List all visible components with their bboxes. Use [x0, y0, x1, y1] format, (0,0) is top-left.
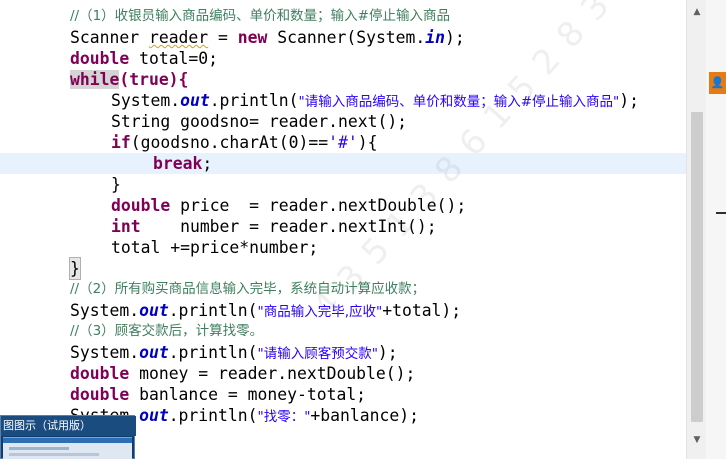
code-line-break-current[interactable]: break;	[0, 153, 686, 174]
punct-token: );	[445, 28, 465, 47]
code-content: }	[111, 175, 121, 194]
code-content: System.out.println("商品输入完毕,应收"+total);	[70, 300, 461, 323]
code-token: goodsno= reader.next();	[170, 112, 408, 131]
code-line-comment-1[interactable]: //（1）收银员输入商品编码、单价和数量；输入#停止输入商品	[0, 6, 686, 27]
char-token: '#'	[328, 133, 358, 152]
panel-marker	[716, 212, 726, 214]
user-icon[interactable]: 👤	[709, 72, 726, 94]
code-line-money-decl[interactable]: double money = reader.nextDouble();	[0, 363, 686, 384]
code-editor[interactable]: //（1）收银员输入商品编码、单价和数量；输入#停止输入商品 Scanner r…	[0, 0, 686, 459]
code-line-while-close[interactable]: }	[0, 257, 686, 280]
code-line-println-total[interactable]: System.out.println("商品输入完毕,应收"+total);	[0, 300, 686, 321]
popup-title: 图图示（试用版）	[1, 416, 136, 436]
code-token: .println(	[209, 91, 299, 110]
keyword-token: double	[70, 49, 130, 68]
code-token: .println(	[168, 406, 258, 425]
keyword-token: int	[111, 217, 141, 236]
field-token: out	[139, 301, 169, 320]
code-content: String goodsno= reader.next();	[111, 111, 407, 132]
scroll-up-arrow-icon[interactable]: ▲	[687, 2, 707, 22]
field-token: out	[139, 406, 169, 425]
keyword-token: break	[153, 154, 203, 173]
code-line-comment-2[interactable]: //（2）所有购买商品信息输入完毕，系统自动计算应收款；	[0, 279, 686, 300]
keyword-token: if	[111, 133, 131, 152]
code-token: total=0;	[129, 49, 219, 68]
punct-token: );	[377, 343, 398, 362]
taskbar-preview-popup[interactable]: 图图示（试用版）	[0, 415, 136, 459]
code-line-goodsno-decl[interactable]: String goodsno= reader.next();	[0, 111, 686, 132]
field-token: out	[139, 343, 169, 362]
keyword-token: new	[237, 28, 268, 47]
code-token: System.	[70, 343, 140, 362]
code-content: System.out.println("请输入商品编码、单价和数量；输入#停止输…	[111, 90, 639, 113]
punct-token: ){	[357, 133, 378, 152]
code-token: +banlance);	[310, 406, 419, 425]
code-line-if-close[interactable]: }	[0, 174, 686, 195]
code-line-price-decl[interactable]: double price = reader.nextDouble();	[0, 195, 686, 216]
code-content: Scanner reader = new Scanner(System.in);	[70, 27, 465, 48]
code-content: double money = reader.nextDouble();	[70, 363, 415, 384]
variable-token: reader	[148, 28, 209, 47]
code-content: double total=0;	[70, 48, 218, 69]
code-token: (true){	[119, 70, 189, 89]
keyword-token: double	[111, 196, 171, 215]
operator-token: =	[208, 28, 238, 47]
keyword-token: double	[70, 385, 130, 404]
code-line-println-pay[interactable]: System.out.println("请输入顾客预交款");	[0, 342, 686, 363]
code-token: .println(	[168, 343, 258, 362]
comment-text: //（1）收银员输入商品编码、单价和数量；输入#停止输入商品	[70, 8, 450, 24]
comment-text: //（2）所有购买商品信息输入完毕，系统自动计算应收款；	[70, 281, 426, 297]
code-content: if(goodsno.charAt(0)=='#'){	[111, 132, 377, 153]
string-token: "找零："	[257, 409, 311, 425]
code-token: (goodsno.charAt(0)==	[130, 133, 329, 152]
string-token: "商品输入完毕,应收"	[257, 304, 383, 320]
code-content: total +=price*number;	[111, 238, 319, 257]
string-token: "请输入顾客预交款"	[257, 346, 378, 362]
code-content: double banlance = money-total;	[70, 384, 366, 405]
field-token: out	[180, 91, 210, 110]
code-line-total-decl[interactable]: double total=0;	[0, 48, 686, 69]
thumbnail-content	[9, 447, 69, 450]
field-token: in	[425, 28, 446, 47]
thumbnail-content	[9, 453, 99, 456]
code-token: number = reader.nextInt();	[140, 217, 437, 236]
comment-text: //（3）顾客交款后，计算找零。	[70, 323, 264, 339]
code-line-while[interactable]: while(true){	[0, 69, 686, 90]
code-content: double price = reader.nextDouble();	[111, 195, 466, 216]
constructor-token: Scanner(System.	[267, 28, 426, 47]
code-line-number-decl[interactable]: int number = reader.nextInt();	[0, 216, 686, 237]
code-token: price = reader.nextDouble();	[170, 196, 467, 215]
code-line-scanner-decl[interactable]: Scanner reader = new Scanner(System.in);	[0, 27, 686, 48]
code-line-println-prompt[interactable]: System.out.println("请输入商品编码、单价和数量；输入#停止输…	[0, 90, 686, 111]
string-token: "请输入商品编码、单价和数量；输入#停止输入商品"	[298, 94, 620, 110]
code-content: while(true){	[70, 69, 188, 90]
code-line-comment-3[interactable]: //（3）顾客交款后，计算找零。	[0, 321, 686, 342]
matching-brace: }	[69, 257, 81, 280]
punct-token: );	[619, 91, 639, 110]
code-line-total-accum[interactable]: total +=price*number;	[0, 237, 686, 258]
code-token: .println(	[168, 301, 258, 320]
right-side-panel	[706, 0, 726, 459]
vertical-scrollbar[interactable]: ▲ ▼	[686, 0, 706, 459]
code-content: System.out.println("请输入顾客预交款");	[70, 342, 398, 365]
code-token: System.	[111, 91, 181, 110]
thumbnail-titlebar	[3, 438, 132, 443]
keyword-token: while	[70, 70, 120, 89]
code-content: int number = reader.nextInt();	[111, 216, 437, 237]
code-line-if-check[interactable]: if(goodsno.charAt(0)=='#'){	[0, 132, 686, 153]
code-token: System.	[70, 301, 140, 320]
scroll-thumb[interactable]	[691, 112, 703, 422]
code-content: break;	[153, 153, 212, 174]
code-token: money = reader.nextDouble();	[129, 364, 416, 383]
punct-token: ;	[202, 154, 213, 173]
type-token: String	[111, 112, 171, 131]
code-line-banlance-decl[interactable]: double banlance = money-total;	[0, 384, 686, 405]
code-token: +total);	[382, 301, 462, 320]
keyword-token: double	[70, 364, 130, 383]
type-token: Scanner	[70, 28, 149, 47]
code-token: banlance = money-total;	[129, 385, 367, 404]
scroll-down-arrow-icon[interactable]: ▼	[687, 430, 707, 450]
window-thumbnail[interactable]	[3, 437, 132, 459]
